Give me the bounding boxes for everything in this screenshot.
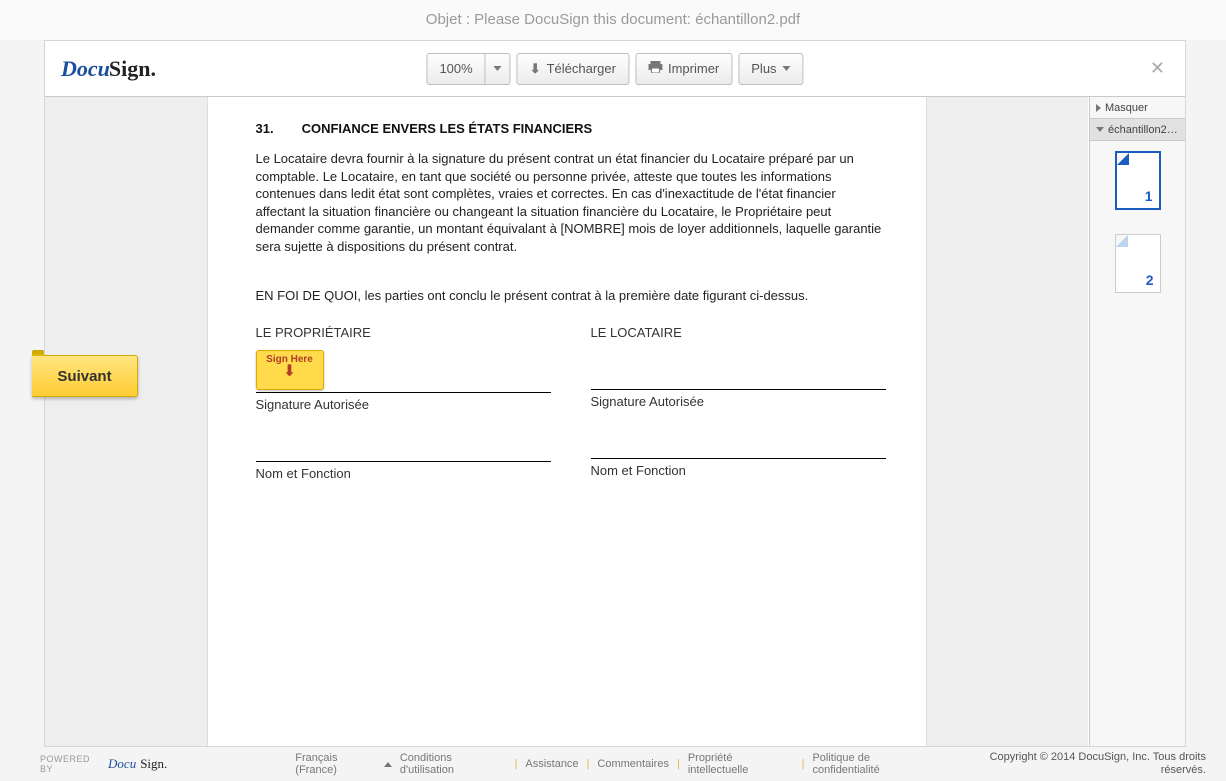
chevron-right-icon bbox=[1096, 104, 1101, 112]
sig-line2-label: Nom et Fonction bbox=[591, 463, 886, 478]
separator: | bbox=[677, 758, 680, 770]
assistance-link[interactable]: Assistance bbox=[525, 758, 578, 770]
sign-here-tab[interactable]: Sign Here ⬇ bbox=[256, 350, 324, 390]
signature-col-proprietaire: LE PROPRIÉTAIRE Sign Here ⬇ Signature Au… bbox=[256, 325, 551, 481]
print-icon bbox=[648, 61, 662, 76]
section-paragraph: Le Locataire devra fournir à la signatur… bbox=[256, 150, 886, 255]
print-button[interactable]: Imprimer bbox=[635, 53, 732, 85]
document-name: échantillon2.pdf bbox=[1108, 124, 1179, 136]
sig-header-locataire: LE LOCATAIRE bbox=[591, 325, 886, 340]
signature-line bbox=[256, 392, 551, 393]
logo: Docu Sign. bbox=[61, 56, 156, 82]
sig-header-proprietaire: LE PROPRIÉTAIRE bbox=[256, 325, 551, 340]
chevron-down-icon bbox=[783, 66, 791, 71]
ip-link[interactable]: Propriété intellectuelle bbox=[688, 752, 794, 776]
footer: POWERED BY DocuSign. Français (France) C… bbox=[40, 747, 1206, 781]
page-thumbnail-1[interactable]: 1 bbox=[1115, 151, 1161, 210]
app-frame: Docu Sign. 100% ⬇ Télécharger Imprimer bbox=[44, 40, 1186, 747]
logo-sign: Sign. bbox=[109, 56, 156, 82]
toolbar-center: 100% ⬇ Télécharger Imprimer Plus bbox=[426, 53, 803, 85]
zoom-group: 100% bbox=[426, 53, 510, 85]
witness-clause: EN FOI DE QUOI, les parties ont conclu l… bbox=[256, 287, 886, 305]
section-heading: 31. CONFIANCE ENVERS LES ÉTATS FINANCIER… bbox=[256, 121, 886, 136]
signature-col-locataire: LE LOCATAIRE Signature Autorisée Nom et … bbox=[591, 325, 886, 481]
subject-bar: Objet : Please DocuSign this document: é… bbox=[0, 0, 1226, 40]
sig-line1-label: Signature Autorisée bbox=[256, 397, 551, 412]
signature-columns: LE PROPRIÉTAIRE Sign Here ⬇ Signature Au… bbox=[256, 325, 886, 481]
sig-line2-label: Nom et Fonction bbox=[256, 466, 551, 481]
sign-indicator-icon bbox=[1147, 156, 1155, 164]
logo-docu: Docu bbox=[61, 56, 110, 82]
next-label: Suivant bbox=[57, 368, 111, 385]
chevron-down-icon bbox=[1096, 127, 1104, 132]
name-line bbox=[591, 419, 886, 459]
page-fold-icon bbox=[1116, 235, 1128, 247]
name-line bbox=[256, 422, 551, 462]
more-label: Plus bbox=[751, 61, 776, 76]
powered-label: POWERED BY bbox=[40, 754, 104, 774]
language-selector[interactable]: Français (France) bbox=[295, 752, 392, 776]
mini-logo-sign: Sign. bbox=[140, 756, 167, 772]
copyright: Copyright © 2014 DocuSign, Inc. Tous dro… bbox=[945, 751, 1206, 777]
mini-logo-docu: Docu bbox=[108, 756, 136, 772]
terms-link[interactable]: Conditions d'utilisation bbox=[400, 752, 507, 776]
page-number: 2 bbox=[1146, 272, 1154, 288]
download-button[interactable]: ⬇ Télécharger bbox=[517, 53, 629, 85]
more-button[interactable]: Plus bbox=[738, 53, 803, 85]
print-label: Imprimer bbox=[668, 61, 719, 76]
close-icon: ✕ bbox=[1150, 58, 1165, 78]
page-fold-icon bbox=[1117, 153, 1129, 165]
document-page: 31. CONFIANCE ENVERS LES ÉTATS FINANCIER… bbox=[207, 97, 927, 746]
footer-links: Français (France) Conditions d'utilisati… bbox=[295, 752, 937, 776]
close-button[interactable]: ✕ bbox=[1146, 54, 1169, 83]
separator: | bbox=[802, 758, 805, 770]
powered-by: POWERED BY DocuSign. bbox=[40, 754, 167, 774]
page-number: 1 bbox=[1145, 188, 1153, 204]
document-viewport[interactable]: 31. CONFIANCE ENVERS LES ÉTATS FINANCIER… bbox=[45, 97, 1088, 746]
zoom-dropdown-button[interactable] bbox=[486, 53, 511, 85]
page-thumbnail-2[interactable]: 2 bbox=[1115, 234, 1161, 293]
download-label: Télécharger bbox=[547, 61, 616, 76]
hide-label: Masquer bbox=[1105, 102, 1148, 114]
hide-panel-button[interactable]: Masquer bbox=[1090, 97, 1185, 119]
download-icon: ⬇ bbox=[530, 61, 541, 77]
language-label: Français (France) bbox=[295, 752, 380, 776]
arrow-down-icon: ⬇ bbox=[283, 365, 296, 379]
comments-link[interactable]: Commentaires bbox=[597, 758, 669, 770]
signature-line bbox=[591, 350, 886, 390]
chevron-up-icon bbox=[384, 762, 392, 767]
separator: | bbox=[587, 758, 590, 770]
chevron-down-icon bbox=[494, 66, 502, 71]
document-name-row[interactable]: échantillon2.pdf bbox=[1090, 119, 1185, 141]
thumbnails: 1 2 bbox=[1090, 141, 1185, 303]
sig-line1-label: Signature Autorisée bbox=[591, 394, 886, 409]
thumbnail-panel: Masquer échantillon2.pdf 1 2 bbox=[1089, 97, 1185, 746]
next-button[interactable]: Suivant bbox=[32, 355, 138, 397]
section-title: CONFIANCE ENVERS LES ÉTATS FINANCIERS bbox=[302, 121, 593, 136]
toolbar: Docu Sign. 100% ⬇ Télécharger Imprimer bbox=[45, 41, 1185, 97]
separator: | bbox=[515, 758, 518, 770]
zoom-level-button[interactable]: 100% bbox=[426, 53, 485, 85]
privacy-link[interactable]: Politique de confidentialité bbox=[812, 752, 937, 776]
section-number: 31. bbox=[256, 121, 274, 136]
